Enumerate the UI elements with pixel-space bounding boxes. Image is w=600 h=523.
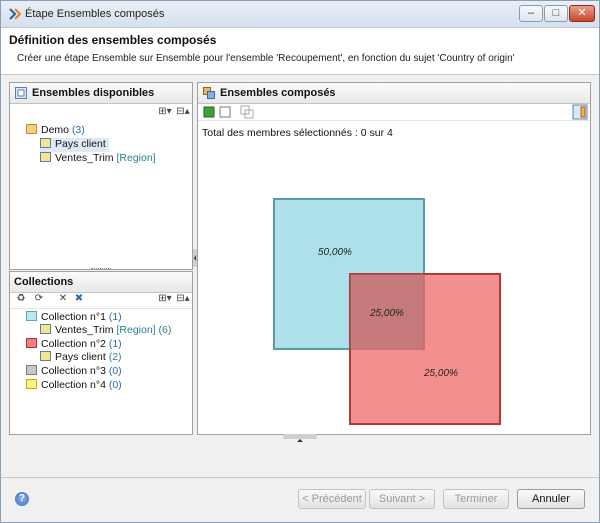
button-bar-separator [1,477,599,478]
available-sets-panel: Ensembles disponibles ⊞▾ ⊟▴ Demo (3) Pay… [9,82,193,270]
composed-sets-panel: Ensembles composés Total des membres sél… [197,82,591,435]
collection-swatch-icon [26,379,37,389]
collection-1-child[interactable]: Ventes_Trim [Region] (6) [40,324,171,338]
dimension-icon [40,138,51,148]
title-bar: Étape Ensembles composés – □ ✕ [1,1,599,28]
venn-label-a-only: 50,00% [318,247,352,258]
maximize-button[interactable]: □ [544,5,568,22]
collections-header: Collections [10,272,192,293]
sets-icon [15,87,27,99]
expand-all-icon[interactable]: ⊞▾ [158,105,172,119]
dimension-icon [40,351,51,361]
window-title: Étape Ensembles composés [25,8,165,20]
collection-swatch-icon [26,311,37,321]
tree-node-pays-client[interactable]: Pays client [40,138,109,152]
available-sets-header: Ensembles disponibles [10,83,192,104]
remove-icon[interactable]: ✕ [56,292,70,306]
app-icon [9,8,22,20]
dimension-icon [40,324,51,334]
collection-3[interactable]: Collection n°3 (0) [26,365,122,379]
collection-swatch-icon [26,338,37,348]
collection-2-child[interactable]: Pays client (2) [40,351,122,365]
refresh-collection-icon[interactable]: ⟳ [32,292,46,306]
dimension-icon [40,152,51,162]
venn-label-b-only: 25,00% [424,368,458,379]
help-icon[interactable]: ? [15,492,29,506]
collection-1[interactable]: Collection n°1 (1) [26,311,122,325]
dialog-window: Étape Ensembles composés – □ ✕ Définitio… [0,0,600,523]
collection-4[interactable]: Collection n°4 (0) [26,379,122,393]
close-button[interactable]: ✕ [569,5,595,22]
tree-node-ventes-trim[interactable]: Ventes_Trim [Region] [40,152,156,166]
minimize-button[interactable]: – [519,5,543,22]
remove-all-icon[interactable]: ✖ [72,292,86,306]
page-subtitle: Créer une étape Ensemble sur Ensemble po… [17,53,515,64]
page-title: Définition des ensembles composés [9,33,217,47]
folder-icon [26,124,37,134]
cancel-button[interactable]: Annuler [517,489,585,509]
bottom-splitter[interactable] [283,434,317,442]
collections-toolbar: ♻ ⟳ ✕ ✖ ⊞▾ ⊟▴ [10,292,192,309]
expand-arrow-icon [297,439,303,442]
finish-button[interactable]: Terminer [443,489,509,509]
collection-2[interactable]: Collection n°2 (1) [26,338,122,352]
expand-all-icon[interactable]: ⊞▾ [158,292,172,306]
add-collection-icon[interactable]: ♻ [14,292,28,306]
previous-button[interactable]: < Précédent [298,489,366,509]
collection-swatch-icon [26,365,37,375]
wizard-header: Définition des ensembles composés Créer … [1,28,599,75]
tree-node-demo[interactable]: Demo (3) [26,124,85,138]
next-button[interactable]: Suivant > [369,489,435,509]
venn-label-intersection: 25,00% [370,308,404,319]
collapse-all-icon[interactable]: ⊟▴ [176,292,190,306]
venn-diagram [273,198,501,425]
collections-panel: Collections ♻ ⟳ ✕ ✖ ⊞▾ ⊟▴ Collection n°1… [9,271,193,435]
available-toolbar: ⊞▾ ⊟▴ [10,105,192,121]
collapse-all-icon[interactable]: ⊟▴ [176,105,190,119]
